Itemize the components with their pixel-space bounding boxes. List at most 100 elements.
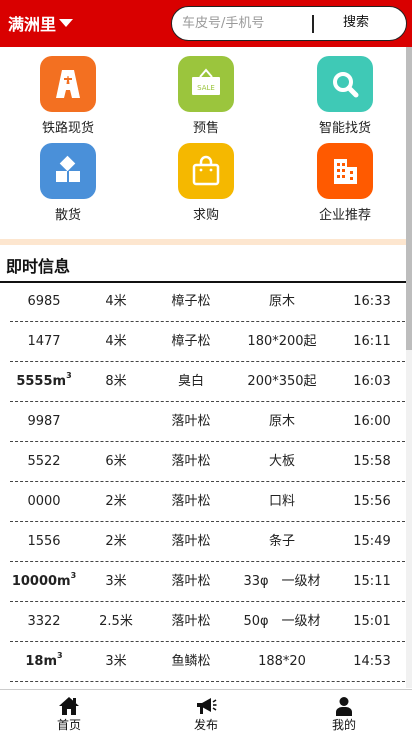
category-presale[interactable]: SALE 预售	[156, 47, 256, 137]
item-spec: 大板	[268, 454, 295, 469]
item-length: 4米	[105, 294, 127, 309]
item-wood-type: 樟子松	[171, 334, 211, 349]
item-time: 15:56	[353, 494, 391, 509]
list-item[interactable]: 6985 4米 樟子松 原木 16:33	[0, 282, 407, 322]
scrollbar-thumb[interactable]	[406, 47, 412, 350]
list-item[interactable]: 5522 6米 落叶松 大板 15:58	[0, 442, 407, 482]
tab-publish[interactable]: 发布	[166, 690, 246, 733]
item-time: 15:11	[353, 574, 391, 589]
item-length: 3米	[105, 574, 127, 589]
item-spec: 条子	[268, 534, 295, 549]
list-item[interactable]: 1556 2米 落叶松 条子 15:49	[0, 522, 407, 562]
category-enterprise[interactable]: 企业推荐	[295, 134, 395, 224]
item-wood-type: 落叶松	[171, 574, 211, 589]
item-spec: 原木	[268, 294, 295, 309]
item-quantity: 3322	[27, 614, 61, 629]
section-title: 即时信息	[6, 257, 71, 276]
item-length: 6米	[105, 454, 127, 469]
item-spec: 200*350起	[247, 374, 317, 389]
category-bulk[interactable]: 散货	[18, 134, 118, 224]
city-label: 满洲里	[8, 15, 57, 34]
list-item[interactable]: 3322 2.5米 落叶松 50φ 一级材 15:01	[0, 602, 407, 642]
tab-label: 发布	[193, 718, 218, 732]
item-quantity: 1556	[27, 534, 61, 549]
home-icon	[59, 697, 79, 715]
category-railway-spot[interactable]: 铁路现货	[18, 47, 118, 137]
item-wood-type: 落叶松	[171, 614, 211, 629]
item-length: 2.5米	[99, 614, 133, 629]
item-wood-type: 落叶松	[171, 414, 211, 429]
item-quantity: 9987	[27, 414, 61, 429]
item-spec: 180*200起	[247, 334, 317, 349]
list-item[interactable]: 5555m3 8米 臭白 200*350起 16:03	[0, 362, 407, 402]
item-wood-type: 落叶松	[171, 534, 211, 549]
shopping-bag-icon	[178, 143, 234, 199]
item-quantity: 18m3	[25, 651, 63, 669]
realtime-info-list: 6985 4米 樟子松 原木 16:33 1477 4米 樟子松 180*200…	[0, 282, 407, 688]
item-spec: 口料	[268, 494, 295, 509]
building-icon	[317, 143, 373, 199]
tab-label: 我的	[331, 718, 356, 732]
item-time: 16:03	[353, 374, 391, 389]
item-quantity: 0000	[27, 494, 61, 509]
search-input[interactable]	[182, 13, 310, 33]
list-item[interactable]: 9987 落叶松 原木 16:00	[0, 402, 407, 442]
megaphone-icon	[197, 698, 217, 714]
item-wood-type: 落叶松	[171, 494, 211, 509]
item-quantity: 1477	[27, 334, 61, 349]
search-button[interactable]: 搜索	[318, 12, 394, 34]
item-time: 16:11	[353, 334, 391, 349]
item-quantity: 10000m3	[11, 571, 77, 589]
item-length: 3米	[105, 654, 127, 669]
item-time: 16:00	[353, 414, 391, 429]
item-length: 4米	[105, 334, 127, 349]
category-label: 求购	[192, 208, 219, 223]
magnifier-icon	[317, 56, 373, 112]
section-divider-band	[0, 239, 412, 245]
item-length	[76, 402, 156, 441]
tab-mine[interactable]: 我的	[304, 690, 384, 733]
category-purchase[interactable]: 求购	[156, 134, 256, 224]
top-header: 满洲里 搜索	[0, 0, 412, 47]
item-quantity: 6985	[27, 294, 61, 309]
list-item[interactable]: 18m3 3米 鱼鳞松 188*20 14:53	[0, 642, 407, 682]
item-spec: 188*20	[258, 654, 306, 669]
railway-icon	[40, 56, 96, 112]
item-length: 2米	[105, 494, 127, 509]
scrollbar[interactable]	[406, 47, 412, 688]
item-spec: 33φ 一级材	[243, 574, 321, 589]
item-time: 14:53	[353, 654, 391, 669]
tab-home[interactable]: 首页	[29, 690, 109, 733]
category-smart-search[interactable]: 智能找货	[295, 47, 395, 137]
tab-label: 首页	[56, 718, 81, 732]
item-spec: 50φ 一级材	[243, 614, 321, 629]
city-selector[interactable]: 满洲里	[8, 12, 74, 34]
item-wood-type: 落叶松	[171, 454, 211, 469]
item-length: 2米	[105, 534, 127, 549]
item-time: 15:01	[353, 614, 391, 629]
item-quantity: 5555m3	[16, 371, 72, 389]
item-length: 8米	[105, 374, 127, 389]
item-wood-type: 樟子松	[171, 294, 211, 309]
search-box: 搜索	[171, 6, 407, 41]
user-icon	[336, 697, 352, 716]
bottom-tab-bar: 首页 发布 我的	[0, 689, 412, 733]
row-divider	[10, 681, 405, 682]
item-time: 16:33	[353, 294, 391, 309]
item-time: 15:49	[353, 534, 391, 549]
blocks-icon	[40, 143, 96, 199]
category-label: 散货	[54, 208, 81, 223]
list-item[interactable]: 0000 2米 落叶松 口料 15:56	[0, 482, 407, 522]
svg-text:SALE: SALE	[197, 84, 215, 92]
category-label: 企业推荐	[318, 208, 371, 223]
sale-sign-icon: SALE	[178, 56, 234, 112]
item-wood-type: 鱼鳞松	[171, 654, 211, 669]
item-time: 15:58	[353, 454, 391, 469]
item-spec: 原木	[268, 414, 295, 429]
list-item[interactable]: 1477 4米 樟子松 180*200起 16:11	[0, 322, 407, 362]
category-grid: 铁路现货 SALE 预售 智能找货 散货 求购 企业推荐	[0, 47, 407, 239]
item-quantity: 5522	[27, 454, 61, 469]
chevron-down-icon	[59, 19, 74, 27]
list-item[interactable]: 10000m3 3米 落叶松 33φ 一级材 15:11	[0, 562, 407, 602]
search-divider	[312, 15, 314, 33]
